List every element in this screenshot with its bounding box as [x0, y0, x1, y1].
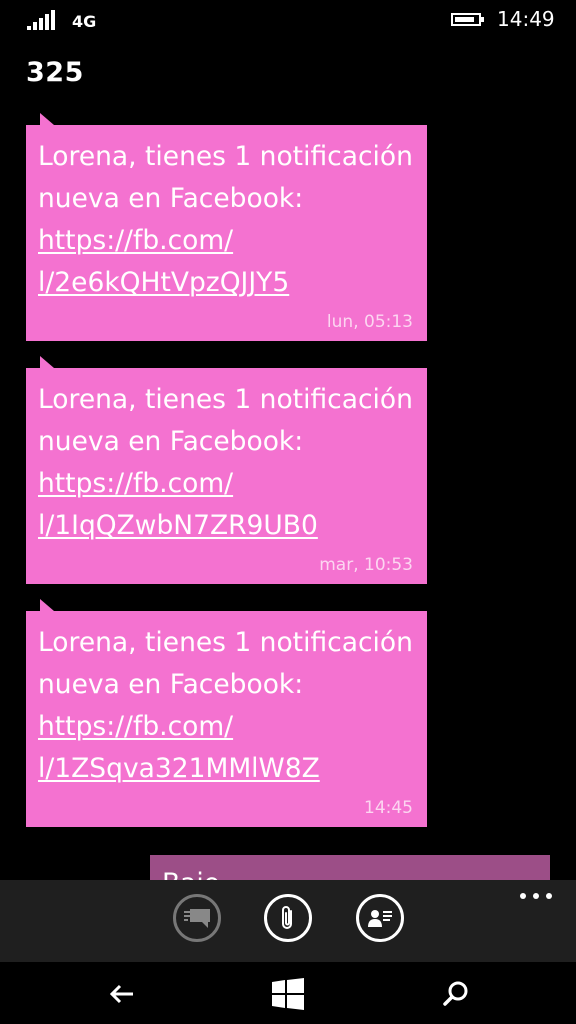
smiley-chat-icon: [184, 909, 210, 928]
status-clock: 14:49: [497, 7, 555, 31]
message-timestamp: mar, 10:53: [319, 555, 413, 575]
start-button[interactable]: [268, 974, 308, 1014]
message-link[interactable]: https://fb.com/​l/1ZSqva321MMlW8Z: [38, 711, 320, 784]
message-bubble[interactable]: Lorena, tienes 1 notificación nueva en F…: [26, 113, 427, 341]
attach-icon: [282, 906, 292, 929]
windows-start-icon: [272, 978, 304, 1010]
message-link[interactable]: https://fb.com/​l/1IqQZwbN7ZR9UB0: [38, 468, 318, 541]
message-timestamp: 14:45: [364, 798, 413, 818]
network-type: 4G: [72, 12, 97, 31]
contact-card-button[interactable]: [356, 894, 404, 942]
attach-button[interactable]: [264, 894, 312, 942]
search-button[interactable]: [436, 974, 476, 1014]
contact-card-icon: [368, 910, 392, 927]
message-text: Lorena, tienes 1 notificación nueva en F…: [38, 384, 413, 541]
message-link[interactable]: https://fb.com/​l/2e6kQHtVpzQJJY5: [38, 225, 289, 298]
message-bubble[interactable]: Lorena, tienes 1 notificación nueva en F…: [26, 599, 427, 827]
message-bubble[interactable]: Lorena, tienes 1 notificación nueva en F…: [26, 356, 427, 584]
smiley-chat-button[interactable]: [173, 894, 221, 942]
app-bar: [0, 880, 576, 962]
thread-title: 325: [26, 57, 84, 88]
battery-icon: [451, 13, 484, 26]
message-text: Lorena, tienes 1 notificación nueva en F…: [38, 141, 413, 298]
status-bar: 4G 14:49: [0, 0, 576, 40]
search-icon: [443, 981, 468, 1006]
message-timestamp: lun, 05:13: [326, 312, 413, 332]
back-button[interactable]: [102, 974, 142, 1014]
nav-bar: [0, 962, 576, 1024]
back-arrow-icon: [109, 984, 133, 1004]
message-text: Lorena, tienes 1 notificación nueva en F…: [38, 627, 413, 784]
more-options-icon[interactable]: [518, 890, 554, 900]
signal-strength-icon: [27, 10, 59, 30]
